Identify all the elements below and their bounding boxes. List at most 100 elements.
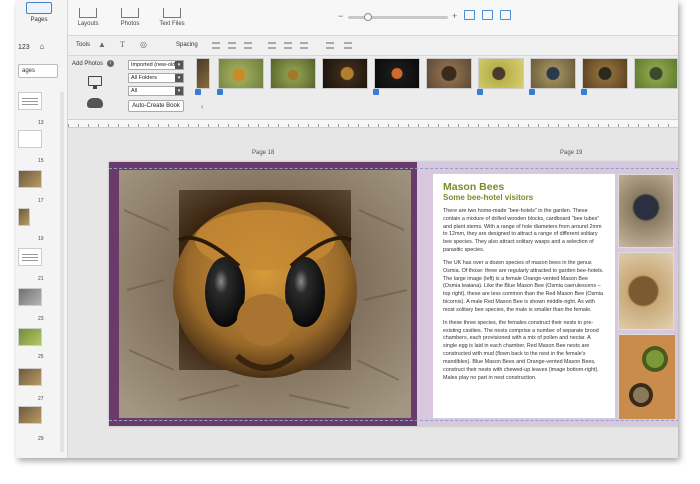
article-paragraph: There are two home-made “bee-hotels” in … (443, 208, 602, 254)
page-thumbnail[interactable] (18, 208, 30, 226)
layouts-label: Layouts (77, 21, 99, 27)
filter-dropdown[interactable]: All ▾ (128, 86, 184, 96)
pages-tab[interactable]: Pages (24, 0, 54, 36)
fit-spread-icon[interactable] (482, 10, 493, 20)
align-middle-icon[interactable] (284, 42, 292, 49)
spacing-label: Spacing (176, 42, 198, 48)
page-number: 25 (38, 354, 44, 360)
article-text-box[interactable]: Mason Bees Some bee-hotel visitors There… (433, 174, 615, 418)
sort-dropdown[interactable]: Imported (new-old) ▾ (128, 60, 184, 70)
page-number: 27 (38, 396, 44, 402)
shape-tool-icon[interactable]: ◎ (140, 40, 147, 49)
app-window: Pages 123 ⌂ ages 13 15 17 19 21 23 25 27… (16, 0, 678, 458)
page-thumbnail[interactable] (18, 406, 42, 424)
info-icon[interactable]: i (106, 60, 114, 67)
page-thumbnail[interactable] (18, 368, 42, 386)
photo-thumbnail[interactable] (270, 58, 316, 89)
nest-holes-image (619, 335, 675, 419)
distribute-vertical-icon[interactable] (344, 42, 352, 49)
article-paragraph: In these three species, the females cons… (443, 319, 599, 381)
page-thumbnail[interactable] (18, 170, 42, 188)
photo-thumbnail[interactable] (217, 58, 264, 95)
main-toolbar: Layouts Photos Text Files − + (68, 0, 678, 36)
page-thumbnail[interactable] (18, 288, 42, 306)
align-right-icon[interactable] (244, 42, 252, 49)
photo-thumbnail[interactable] (477, 58, 524, 95)
photo-thumbnail[interactable] (195, 58, 210, 95)
zoom-slider[interactable] (348, 13, 448, 21)
page-thumbnail[interactable] (18, 328, 42, 346)
photo-thumbnail[interactable] (322, 58, 368, 89)
tools-label: Tools (76, 42, 91, 48)
add-photos-label: Add Photos (72, 61, 104, 68)
photo-thumbnail[interactable] (581, 58, 628, 95)
zoom-out-icon[interactable]: − (338, 11, 343, 21)
page-thumbnail[interactable] (18, 248, 42, 266)
page-number: 13 (38, 120, 44, 126)
folder-dropdown[interactable]: All Folders ▾ (128, 73, 184, 83)
selected-check-icon (217, 89, 223, 95)
collapse-panel-icon[interactable]: ‹ (201, 104, 203, 111)
page-number: 17 (38, 198, 44, 204)
photo-thumbnail[interactable] (426, 58, 472, 89)
article-subtitle: Some bee-hotel visitors (443, 193, 534, 202)
align-left-icon[interactable] (212, 42, 220, 49)
filter-dropdown-value: All (131, 88, 138, 94)
actual-size-icon[interactable] (500, 10, 511, 20)
text-files-icon (163, 8, 181, 18)
photos-panel: Add Photos i Imported (new-old) ▾ All Fo… (68, 56, 678, 120)
fit-page-icon[interactable] (464, 10, 475, 20)
left-page-label: Page 18 (252, 150, 275, 156)
layouts-button[interactable]: Layouts (68, 0, 108, 36)
distribute-horizontal-icon[interactable] (326, 42, 334, 49)
photos-button[interactable]: Photos (110, 0, 150, 36)
chevron-down-icon: ▾ (175, 87, 183, 95)
chevron-down-icon: ▾ (175, 61, 183, 69)
image-tool-icon[interactable]: ▲ (98, 40, 106, 49)
page-thumbnail[interactable] (18, 130, 42, 148)
pages-icon (26, 2, 52, 14)
bleed-guide-top (109, 168, 678, 169)
selected-check-icon (195, 89, 201, 95)
page-number: 29 (38, 436, 44, 442)
bleed-guide-bottom (109, 420, 678, 421)
align-bottom-icon[interactable] (300, 42, 308, 49)
page-counter: 123 (18, 44, 30, 51)
zoom-in-icon[interactable]: + (452, 11, 457, 21)
horizontal-ruler (68, 120, 678, 128)
auto-create-book-button[interactable]: Auto-Create Book (128, 100, 184, 112)
page-number: 19 (38, 236, 44, 242)
tag-icon[interactable]: ⌂ (40, 42, 45, 51)
page-counter-row: 123 ⌂ (18, 42, 44, 51)
text-files-label: Text Files (159, 21, 185, 27)
selected-check-icon (373, 89, 379, 95)
align-center-icon[interactable] (228, 42, 236, 49)
right-page: Mason Bees Some bee-hotel visitors There… (417, 162, 678, 426)
selected-check-icon (477, 89, 483, 95)
add-from-cloud-icon[interactable] (87, 98, 103, 108)
photo-thumbnail[interactable] (373, 58, 420, 95)
photos-label: Photos (120, 21, 140, 27)
text-tool-icon[interactable]: T (120, 40, 125, 49)
align-top-icon[interactable] (268, 42, 276, 49)
text-files-button[interactable]: Text Files (152, 0, 192, 36)
nest-photo[interactable] (618, 334, 675, 419)
blue-mason-bee-photo[interactable] (618, 174, 674, 248)
sort-dropdown-value: Imported (new-old) (131, 62, 178, 68)
selected-check-icon (581, 89, 587, 95)
folder-dropdown-value: All Folders (131, 75, 157, 81)
zoom-slider-handle[interactable] (364, 13, 372, 21)
page-thumbnail[interactable] (18, 92, 42, 110)
right-page-label: Page 19 (560, 150, 583, 156)
photo-thumbnail[interactable] (634, 58, 678, 89)
photos-icon (121, 8, 139, 18)
left-page-photo-frame[interactable] (109, 162, 417, 426)
red-mason-bee-photo[interactable] (618, 252, 674, 330)
add-from-computer-icon[interactable] (88, 76, 102, 89)
photo-thumbnail[interactable] (529, 58, 576, 95)
pages-tab-label: Pages (30, 17, 48, 23)
add-photos-header: Add Photos i (72, 60, 114, 67)
pages-dropdown[interactable]: ages (18, 64, 58, 78)
mason-bee-photo[interactable] (119, 170, 411, 418)
sidebar-scrollbar[interactable] (60, 92, 64, 452)
